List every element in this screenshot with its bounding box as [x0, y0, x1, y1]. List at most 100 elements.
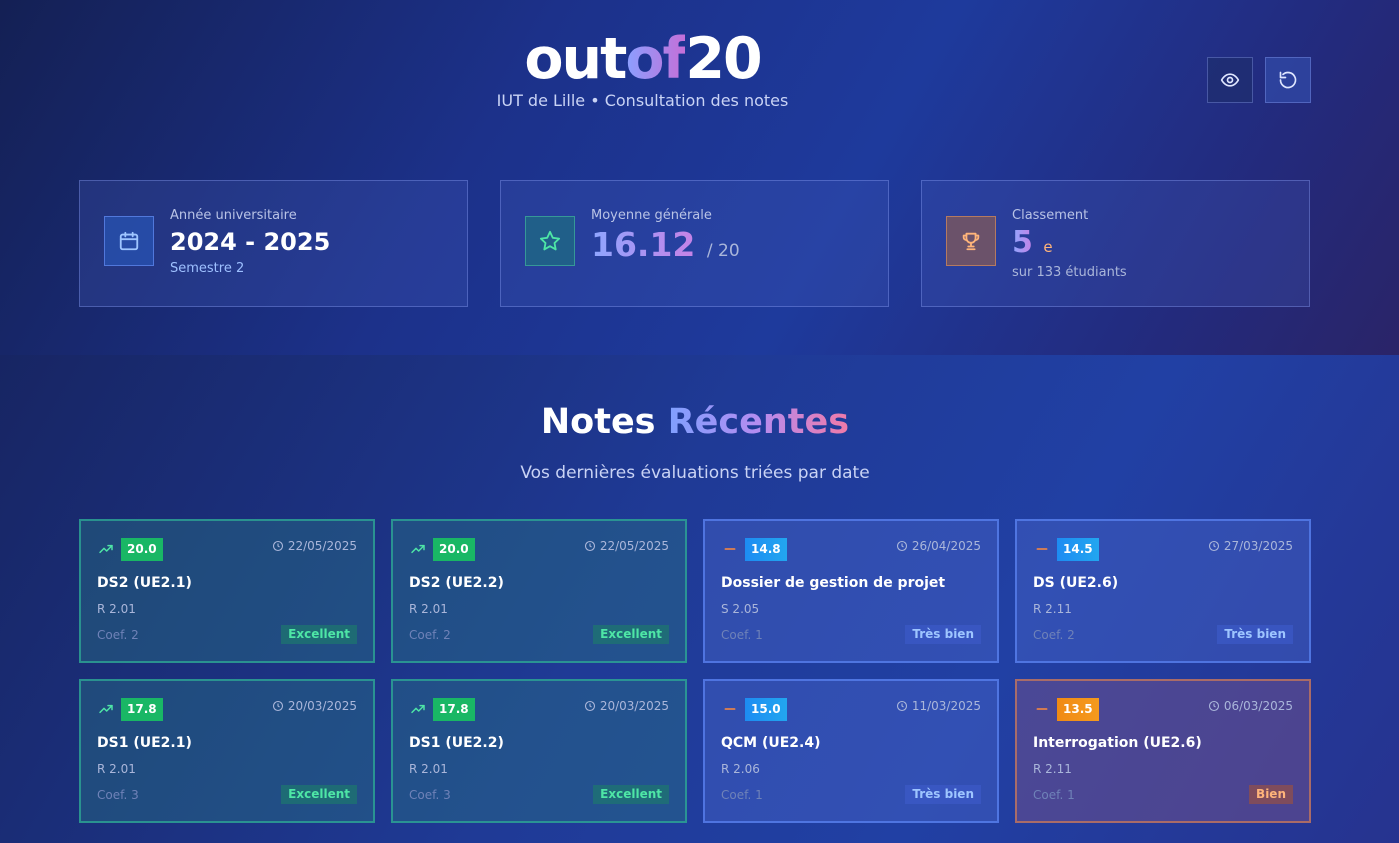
stat-card-average: Moyenne générale 16.12 / 20 [500, 180, 889, 307]
grade-card[interactable]: 17.8 20/03/2025 DS1 (UE2.1) R 2.01 Coef.… [79, 679, 375, 823]
clock-icon [896, 700, 907, 712]
status-badge: Excellent [593, 625, 669, 644]
star-icon [525, 216, 575, 266]
card-code: S 2.05 [721, 602, 760, 616]
trending-up-icon [411, 544, 425, 554]
app-logo: outof20 [0, 26, 1285, 92]
card-date: 20/03/2025 [272, 699, 357, 713]
logo-text-of: of [625, 26, 687, 92]
card-date: 11/03/2025 [896, 699, 981, 713]
clock-icon [584, 700, 595, 712]
grade-card[interactable]: 14.5 27/03/2025 DS (UE2.6) R 2.11 Coef. … [1015, 519, 1311, 663]
status-badge: Très bien [1217, 625, 1293, 644]
clock-icon [896, 540, 907, 552]
grade-value: 13.5 [1057, 698, 1099, 721]
clock-icon [1208, 540, 1219, 552]
card-title: DS2 (UE2.1) [97, 575, 192, 591]
card-date-text: 27/03/2025 [1223, 539, 1293, 553]
clock-icon [1208, 700, 1219, 712]
grade-value: 17.8 [433, 698, 475, 721]
status-badge: Excellent [281, 625, 357, 644]
grade-card[interactable]: 13.5 06/03/2025 Interrogation (UE2.6) R … [1015, 679, 1311, 823]
card-coef: Coef. 1 [721, 628, 763, 642]
calendar-icon [104, 216, 154, 266]
stat-year-sub: Semestre 2 [170, 261, 245, 276]
toggle-visibility-button[interactable] [1207, 57, 1253, 103]
card-date-text: 22/05/2025 [599, 539, 669, 553]
card-coef: Coef. 2 [97, 628, 139, 642]
card-code: R 2.11 [1033, 602, 1072, 616]
trending-up-icon [99, 704, 113, 714]
status-badge: Bien [1249, 785, 1293, 804]
minus-icon [724, 708, 736, 710]
grade-value: 17.8 [121, 698, 163, 721]
stat-rank-label: Classement [1012, 208, 1089, 223]
trending-up-icon [99, 544, 113, 554]
card-title: DS (UE2.6) [1033, 575, 1119, 591]
section-title-part1: Notes [540, 402, 656, 442]
card-date-text: 06/03/2025 [1223, 699, 1293, 713]
clock-icon [272, 540, 283, 552]
card-date-text: 26/04/2025 [911, 539, 981, 553]
card-code: R 2.01 [409, 762, 448, 776]
status-badge: Très bien [905, 625, 981, 644]
card-code: R 2.01 [97, 762, 136, 776]
card-code: R 2.06 [721, 762, 760, 776]
refresh-button[interactable] [1265, 57, 1311, 103]
logo-text-20: 20 [685, 26, 762, 92]
grade-value: 20.0 [433, 538, 475, 561]
section-title-part2: Récentes [667, 402, 850, 442]
status-badge: Très bien [905, 785, 981, 804]
grade-value: 15.0 [745, 698, 787, 721]
section-title: Notes Récentes [0, 402, 1390, 442]
section-subtitle: Vos dernières évaluations triées par dat… [520, 463, 870, 483]
card-date: 27/03/2025 [1208, 539, 1293, 553]
stat-card-year: Année universitaire 2024 - 2025 Semestre… [79, 180, 468, 307]
stat-year-label: Année universitaire [170, 208, 297, 223]
card-title: DS1 (UE2.2) [409, 735, 504, 751]
card-title: Interrogation (UE2.6) [1033, 735, 1202, 751]
grade-card[interactable]: 20.0 22/05/2025 DS2 (UE2.2) R 2.01 Coef.… [391, 519, 687, 663]
card-date: 22/05/2025 [584, 539, 669, 553]
card-date: 22/05/2025 [272, 539, 357, 553]
minus-icon [724, 548, 736, 550]
grade-card[interactable]: 14.8 26/04/2025 Dossier de gestion de pr… [703, 519, 999, 663]
stat-card-rank: Classement 5 e sur 133 étudiants [921, 180, 1310, 307]
stat-average-label: Moyenne générale [591, 208, 712, 223]
grade-card[interactable]: 17.8 20/03/2025 DS1 (UE2.2) R 2.01 Coef.… [391, 679, 687, 823]
card-date: 06/03/2025 [1208, 699, 1293, 713]
card-coef: Coef. 1 [721, 788, 763, 802]
status-badge: Excellent [593, 785, 669, 804]
stat-rank-value-wrap: 5 e [1012, 225, 1053, 260]
grade-value: 14.8 [745, 538, 787, 561]
grade-value: 20.0 [121, 538, 163, 561]
minus-icon [1036, 708, 1048, 710]
app-subtitle: IUT de Lille • Consultation des notes [496, 91, 789, 110]
grade-card[interactable]: 20.0 22/05/2025 DS2 (UE2.1) R 2.01 Coef.… [79, 519, 375, 663]
grade-card[interactable]: 15.0 11/03/2025 QCM (UE2.4) R 2.06 Coef.… [703, 679, 999, 823]
stat-rank-suffix: e [1043, 238, 1053, 256]
card-code: R 2.01 [409, 602, 448, 616]
minus-icon [1036, 548, 1048, 550]
card-date: 20/03/2025 [584, 699, 669, 713]
card-date-text: 22/05/2025 [287, 539, 357, 553]
stat-rank-value: 5 [1012, 225, 1033, 260]
card-date-text: 20/03/2025 [287, 699, 357, 713]
card-coef: Coef. 1 [1033, 788, 1075, 802]
card-code: R 2.11 [1033, 762, 1072, 776]
card-coef: Coef. 2 [409, 628, 451, 642]
card-coef: Coef. 3 [409, 788, 451, 802]
stat-average-suffix: / 20 [706, 241, 740, 261]
stat-rank-sub: sur 133 étudiants [1012, 265, 1127, 280]
trending-up-icon [411, 704, 425, 714]
logo-text-out: out [524, 26, 627, 92]
eye-icon [1220, 73, 1240, 87]
card-date: 26/04/2025 [896, 539, 981, 553]
reset-icon [1279, 71, 1297, 89]
grade-value: 14.5 [1057, 538, 1099, 561]
card-title: DS2 (UE2.2) [409, 575, 504, 591]
trophy-icon [946, 216, 996, 266]
card-coef: Coef. 2 [1033, 628, 1075, 642]
status-badge: Excellent [281, 785, 357, 804]
clock-icon [584, 540, 595, 552]
